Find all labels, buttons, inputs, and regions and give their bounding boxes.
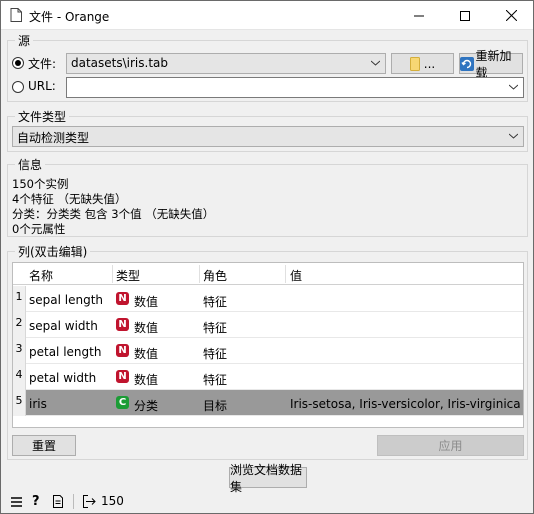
column-name[interactable]: iris <box>29 397 47 411</box>
chevron-down-icon <box>371 60 380 66</box>
column-role[interactable]: 特征 <box>203 371 227 388</box>
columns-group-title: 列(双击编辑) <box>15 243 91 260</box>
column-values[interactable]: Iris-setosa, Iris-versicolor, Iris-virgi… <box>290 397 521 411</box>
info-target: 分类：分类类 包含 3个值 （无缺失值） <box>12 207 215 221</box>
apply-label: 应用 <box>438 439 463 453</box>
header-values: 值 <box>290 269 303 283</box>
file-label: 文件: <box>28 57 57 71</box>
file-type-combo[interactable]: 自动检测类型 <box>12 126 524 147</box>
header-separator <box>112 265 113 283</box>
header-separator <box>199 265 200 283</box>
reset-button[interactable]: 重置 <box>12 435 76 456</box>
file-type-group-title: 文件类型 <box>15 108 70 125</box>
row-number: 4 <box>13 364 26 390</box>
column-role[interactable]: 特征 <box>203 345 227 362</box>
info-meta: 0个元属性 <box>12 222 66 236</box>
status-bar: ? 150 <box>1 490 533 514</box>
chevron-down-icon <box>509 133 518 139</box>
table-row[interactable]: 4 petal width N 数值 特征 <box>13 364 523 390</box>
column-name[interactable]: petal length <box>29 345 101 359</box>
column-name[interactable]: petal width <box>29 371 96 385</box>
header-separator <box>285 265 286 283</box>
row-number: 2 <box>13 312 26 338</box>
numeric-type-icon: N <box>116 318 129 331</box>
reload-label: 重新加载 <box>475 48 512 80</box>
close-button[interactable] <box>488 1 534 30</box>
info-features: 4个特征 （无缺失值） <box>12 192 127 206</box>
url-label: URL: <box>28 79 56 93</box>
info-group-title: 信息 <box>15 156 46 173</box>
header-role: 角色 <box>203 269 228 283</box>
header-type: 类型 <box>116 269 141 283</box>
help-icon[interactable]: ? <box>32 494 40 509</box>
folder-icon <box>409 56 420 71</box>
maximize-button[interactable] <box>442 1 488 30</box>
maximize-icon <box>460 10 470 21</box>
output-count: 150 <box>101 494 124 508</box>
column-type[interactable]: 分类 <box>134 397 158 414</box>
status-separator <box>73 494 74 509</box>
main-window: 文件 - Orange 源 文件: datasets\iris.tab ... … <box>0 0 534 514</box>
report-icon[interactable] <box>53 495 63 508</box>
file-path-value: datasets\iris.tab <box>71 56 169 70</box>
column-type[interactable]: 数值 <box>134 345 158 362</box>
file-radio[interactable] <box>12 57 24 69</box>
file-type-value: 自动检测类型 <box>17 131 90 145</box>
column-name[interactable]: sepal width <box>29 319 98 333</box>
output-icon <box>83 495 96 508</box>
column-type[interactable]: 数值 <box>134 293 158 310</box>
source-group-title: 源 <box>15 32 34 49</box>
table-row[interactable]: 1 sepal length N 数值 特征 <box>13 286 523 312</box>
close-icon <box>505 10 517 21</box>
reload-button[interactable]: 重新加载 <box>459 49 523 80</box>
row-number: 1 <box>13 286 26 312</box>
table-row[interactable]: 3 petal length N 数值 特征 <box>13 338 523 364</box>
table-row[interactable]: 2 sepal width N 数值 特征 <box>13 312 523 338</box>
url-input[interactable] <box>66 77 524 98</box>
row-number: 3 <box>13 338 26 364</box>
reset-label: 重置 <box>31 439 56 453</box>
table-row-selected[interactable]: 5 iris C 分类 目标 Iris-setosa, Iris-versico… <box>13 390 523 416</box>
url-radio[interactable] <box>12 81 24 93</box>
file-path-combo[interactable]: datasets\iris.tab <box>66 53 386 74</box>
title-bar: 文件 - Orange <box>1 1 533 30</box>
column-role[interactable]: 特征 <box>203 319 227 336</box>
row-number: 5 <box>13 390 26 416</box>
column-role[interactable]: 目标 <box>203 397 227 414</box>
browse-documentation-datasets-button[interactable]: 浏览文档数据集 <box>229 463 307 494</box>
categorical-type-icon: C <box>116 396 129 409</box>
reload-icon <box>460 56 474 71</box>
numeric-type-icon: N <box>116 344 129 357</box>
header-name: 名称 <box>29 269 54 283</box>
menu-icon[interactable] <box>11 497 22 507</box>
column-type[interactable]: 数值 <box>134 319 158 336</box>
minimize-icon <box>414 15 424 16</box>
columns-table: 名称 类型 角色 值 1 sepal length N 数值 特征 2 sepa… <box>12 262 524 428</box>
window-title: 文件 - Orange <box>29 10 110 24</box>
column-type[interactable]: 数值 <box>134 371 158 388</box>
column-name[interactable]: sepal length <box>29 293 103 307</box>
numeric-type-icon: N <box>116 292 129 305</box>
document-icon <box>10 8 22 22</box>
column-role[interactable]: 特征 <box>203 293 227 310</box>
numeric-type-icon: N <box>116 370 129 383</box>
table-header: 名称 类型 角色 值 <box>13 263 523 285</box>
minimize-button[interactable] <box>396 1 442 30</box>
apply-button[interactable]: 应用 <box>377 435 524 456</box>
info-instances: 150个实例 <box>12 177 69 191</box>
browse-file-label: ... <box>423 56 436 71</box>
browse-file-button[interactable]: ... <box>391 53 454 74</box>
chevron-down-icon <box>509 84 518 90</box>
